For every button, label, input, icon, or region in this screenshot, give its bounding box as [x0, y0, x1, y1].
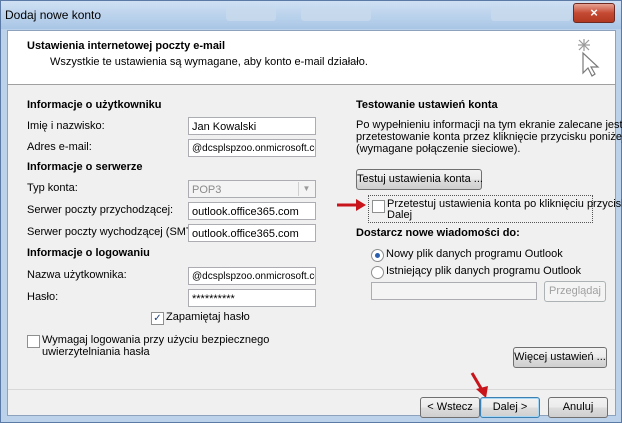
test-account-settings-button[interactable]: Testuj ustawienia konta ...	[356, 169, 483, 190]
auto-test-label-line1: Przetestuj ustawienia konta po kliknięci…	[387, 198, 622, 210]
incoming-server-label: Serwer poczty przychodzącej:	[27, 204, 174, 216]
next-button[interactable]: Dalej >	[480, 397, 540, 418]
close-icon: ×	[590, 5, 598, 20]
close-button[interactable]: ×	[573, 3, 615, 23]
email-label: Adres e-mail:	[27, 141, 92, 153]
remember-password-checkbox[interactable]: ✓	[151, 312, 164, 325]
spa-checkbox[interactable]	[27, 335, 40, 348]
test-desc-line3: (wymagane połączenie sieciowe).	[356, 143, 521, 155]
password-input[interactable]: **********	[188, 289, 316, 307]
browse-button[interactable]: Przeglądaj	[544, 281, 606, 302]
remember-password-label: Zapamiętaj hasło	[166, 311, 250, 323]
server-info-heading: Informacje o serwerze	[27, 161, 143, 173]
dialog-client: Ustawienia internetowej poczty e-mail Ws…	[7, 30, 622, 418]
footer-divider	[8, 389, 615, 390]
auto-test-checkbox[interactable]	[372, 200, 385, 213]
name-label: Imię i nazwisko:	[27, 120, 105, 132]
auto-test-option[interactable]: Przetestuj ustawienia konta po kliknięci…	[368, 195, 622, 223]
window-title: Dodaj nowe konto	[5, 8, 102, 22]
cancel-button[interactable]: Anuluj	[548, 397, 608, 418]
incoming-server-input[interactable]: outlook.office365.com	[188, 202, 316, 220]
logon-info-heading: Informacje o logowaniu	[27, 247, 150, 259]
auto-test-label-line2: Dalej	[387, 209, 413, 221]
annotation-arrow-icon	[470, 372, 488, 398]
outgoing-server-label: Serwer poczty wychodzącej (SMTP):	[27, 226, 207, 238]
name-input[interactable]: Jan Kowalski	[188, 117, 316, 135]
data-file-path-input	[371, 282, 537, 300]
spa-label-line1: Wymagaj logowania przy użyciu bezpieczne…	[42, 334, 270, 346]
test-desc-line2: przetestowanie konta przez kliknięcie pr…	[356, 131, 622, 143]
page-title: Ustawienia internetowej poczty e-mail	[27, 40, 226, 52]
chevron-down-icon: ▼	[298, 182, 314, 196]
existing-data-file-label: Istniejący plik danych programu Outlook	[386, 265, 582, 277]
password-label: Hasło:	[27, 291, 59, 303]
deliver-heading: Dostarcz nowe wiadomości do:	[356, 227, 520, 239]
title-bar: Dodaj nowe konto ×	[1, 1, 621, 29]
existing-data-file-radio[interactable]	[371, 266, 384, 279]
account-type-label: Typ konta:	[27, 182, 78, 194]
username-label: Nazwa użytkownika:	[27, 269, 127, 281]
new-data-file-radio[interactable]	[371, 249, 384, 262]
title-bar-blur	[491, 7, 571, 21]
account-type-select: POP3 ▼	[188, 180, 316, 198]
sparkle-cursor-icon	[578, 39, 600, 77]
test-heading: Testowanie ustawień konta	[356, 99, 498, 111]
more-settings-button[interactable]: Więcej ustawień ...	[513, 347, 607, 368]
page-subtitle: Wszystkie te ustawienia są wymagane, aby…	[50, 56, 368, 68]
user-info-heading: Informacje o użytkowniku	[27, 99, 162, 111]
spa-label-line2: uwierzytelniania hasła	[42, 346, 150, 358]
email-input[interactable]: @dcsplspzoo.onmicrosoft.com	[188, 139, 316, 157]
back-button[interactable]: < Wstecz	[420, 397, 480, 418]
test-desc-line1: Po wypełnieniu informacji na tym ekranie…	[356, 119, 622, 131]
annotation-arrow-icon	[337, 199, 366, 211]
outgoing-server-input[interactable]: outlook.office365.com	[188, 224, 316, 242]
title-bar-blur	[301, 7, 371, 21]
title-bar-blur	[226, 7, 276, 21]
dialog-header: Ustawienia internetowej poczty e-mail Ws…	[8, 31, 615, 85]
dialog-window: Dodaj nowe konto × Ustawienia internetow…	[0, 0, 622, 423]
new-data-file-label: Nowy plik danych programu Outlook	[386, 248, 563, 260]
username-input[interactable]: @dcsplspzoo.onmicrosoft.com	[188, 267, 316, 285]
account-type-value: POP3	[192, 184, 222, 196]
